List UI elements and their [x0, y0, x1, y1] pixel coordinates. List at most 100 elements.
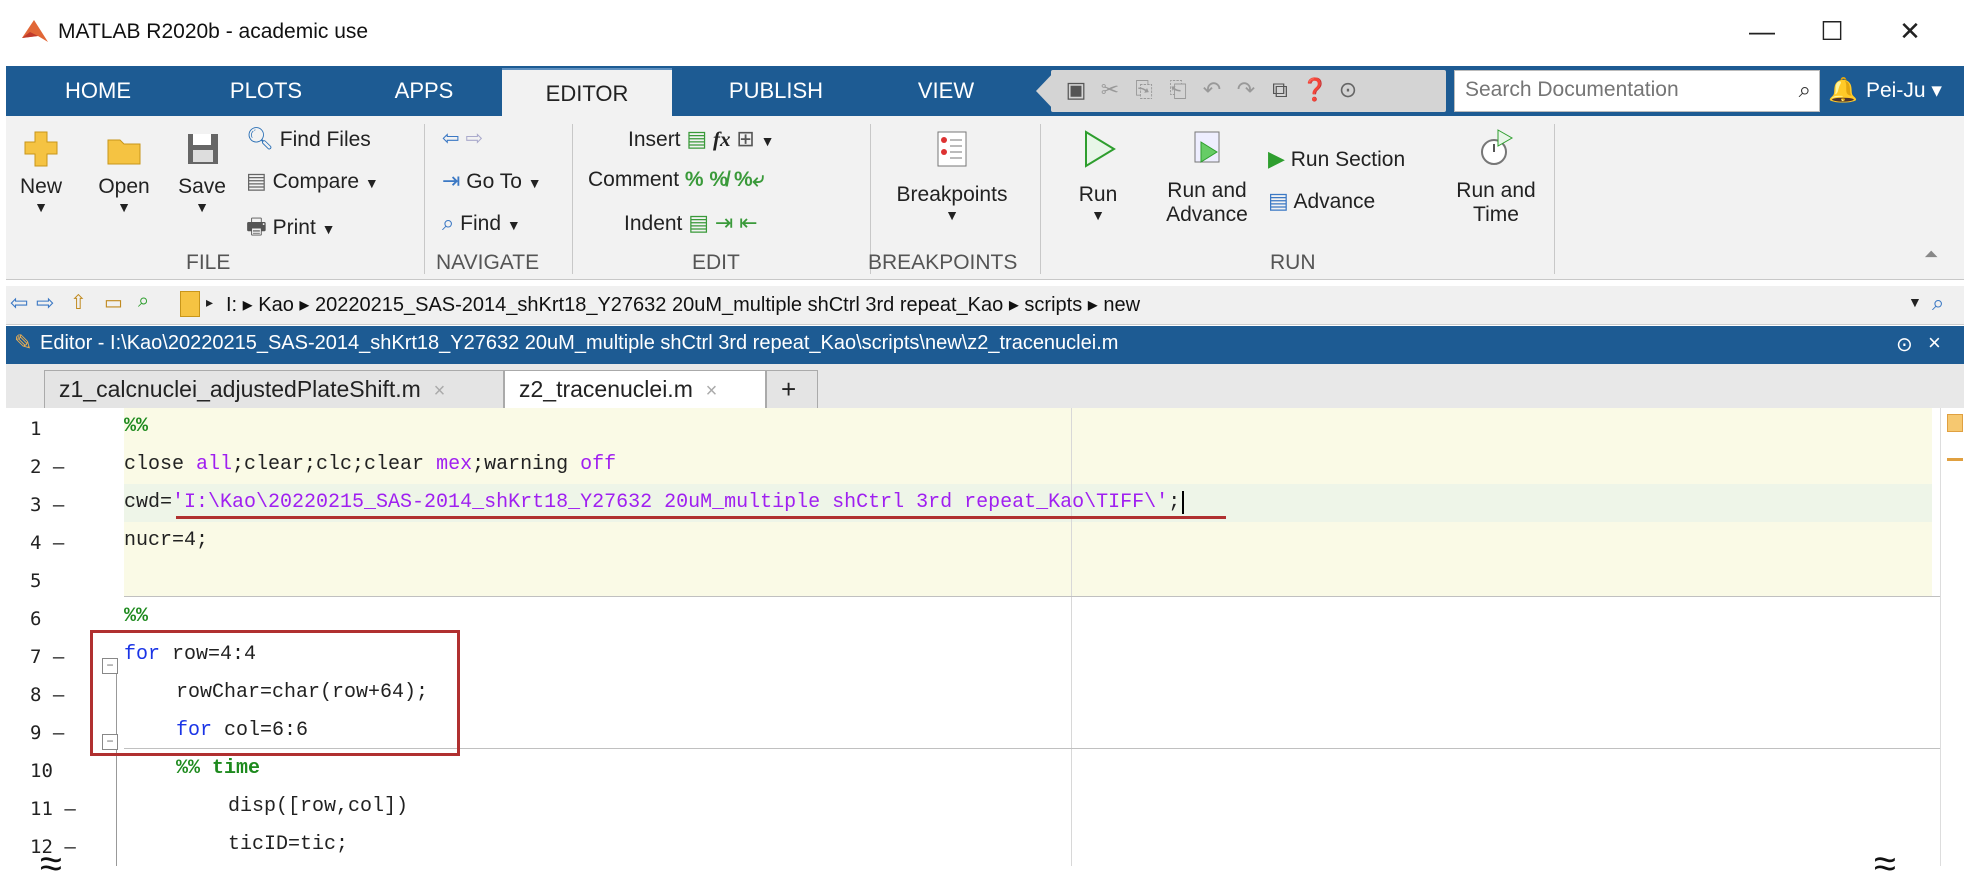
chevron-down-icon: ▼	[117, 199, 131, 215]
compare-button[interactable]: ▤ Compare ▼	[246, 168, 379, 194]
code-line-1: %%	[124, 415, 149, 438]
text-cursor: ​	[1182, 491, 1185, 514]
find-files-button[interactable]: 🔍︎ Find Files	[246, 126, 371, 152]
search-input[interactable]	[1455, 71, 1775, 109]
save-button[interactable]: Save ▼	[172, 128, 232, 215]
tab-apps[interactable]: APPS	[354, 66, 494, 116]
find-files-icon: 🔍︎	[246, 126, 274, 151]
right-text-limit-line	[1071, 408, 1072, 866]
run-and-advance-button[interactable]: Run and Advance	[1152, 128, 1262, 227]
break-mark-icon: ≈	[1874, 842, 1896, 886]
find-button[interactable]: ⌕ Find ▼	[442, 210, 521, 236]
run-and-advance-icon	[1194, 131, 1220, 163]
go-to-icon: ⇥	[442, 168, 461, 193]
line-number: 10	[30, 760, 53, 782]
line-number: 5	[30, 570, 42, 592]
editor-actions-icon[interactable]: ⊙	[1896, 332, 1913, 357]
magnifier-icon: ⌕	[442, 210, 455, 235]
file-tab-z1[interactable]: z1_calcnuclei_adjustedPlateShift.m ×	[44, 370, 504, 408]
back-forward-icon[interactable]: ⇦ ⇨	[442, 126, 483, 151]
group-label-navigate: NAVIGATE	[436, 251, 540, 274]
breakpoints-icon	[937, 131, 967, 167]
forward-arrow-icon[interactable]: ⇨	[36, 290, 54, 316]
window-title: MATLAB R2020b - academic use	[58, 20, 369, 43]
close-editor-icon[interactable]: ×	[1928, 330, 1941, 356]
vertical-scrollbar[interactable]	[1940, 408, 1964, 866]
break-mark-icon: ≈	[40, 842, 62, 886]
chevron-down-icon: ▼	[506, 217, 521, 233]
tab-publish[interactable]: PUBLISH	[696, 66, 856, 116]
uncomment-icon: %̸	[709, 168, 729, 191]
cut-icon[interactable]: ✂	[1097, 76, 1123, 104]
indent-button[interactable]: Indent ▤ ⇥ ⇤	[624, 210, 758, 236]
run-button[interactable]: Run ▼	[1058, 128, 1138, 223]
code-analyzer-indicator-icon[interactable]	[1947, 414, 1963, 432]
insert-button[interactable]: Insert ▤ fx ⊞ ▼	[628, 126, 775, 152]
red-box-annotation	[90, 630, 460, 756]
breakpoints-button[interactable]: Breakpoints ▼	[884, 128, 1020, 223]
group-separator	[424, 124, 425, 274]
tab-plots[interactable]: PLOTS	[196, 66, 336, 116]
line-number: 3 –	[30, 494, 65, 516]
wrap-comment-icon: %⤶	[733, 168, 765, 191]
collapse-ribbon-icon[interactable]: ⏶	[1924, 244, 1938, 265]
group-label-breakpoints: BREAKPOINTS	[868, 251, 1018, 274]
copy-icon[interactable]: ⎘	[1131, 76, 1157, 104]
tab-editor[interactable]: EDITOR	[502, 68, 672, 118]
group-separator	[1040, 124, 1041, 274]
run-section-button[interactable]: ▶︎ Run Section	[1268, 146, 1405, 172]
close-window-button[interactable]: ✕	[1890, 14, 1930, 48]
search-icon[interactable]: ⌕	[1932, 290, 1944, 316]
editor-pencil-icon: ✎	[14, 330, 33, 355]
chevron-down-icon: ▼	[1091, 207, 1105, 223]
close-tab-icon[interactable]: ×	[434, 380, 446, 402]
comment-button[interactable]: Comment % %̸ %⤶	[588, 168, 764, 192]
advance-button[interactable]: ▤ Advance	[1268, 188, 1375, 214]
group-label-file: FILE	[186, 251, 231, 274]
user-menu[interactable]: Pei-Ju ▾	[1866, 78, 1942, 103]
line-number: 1	[30, 418, 42, 440]
options-icon[interactable]: ⊙	[1335, 76, 1361, 104]
new-button[interactable]: New ▼	[16, 128, 66, 215]
paste-icon[interactable]: ⎗	[1165, 76, 1191, 104]
back-arrow-icon[interactable]: ⇦	[10, 290, 28, 316]
maximize-button[interactable]: ☐	[1812, 14, 1852, 48]
path-dropdown-icon[interactable]: ▼	[1908, 294, 1922, 310]
code-editor[interactable]: 1 2 – 3 – 4 – 5 6 7 – 8 – 9 – 10 11 – 12…	[6, 408, 1964, 866]
current-folder-path[interactable]: I: ▸ Kao ▸ 20220215_SAS-2014_shKrt18_Y27…	[226, 292, 1140, 317]
ribbon-tab-bar: HOME PLOTS APPS EDITOR PUBLISH VIEW ▣ ✂ …	[6, 66, 1964, 118]
editor-file-tabs: z1_calcnuclei_adjustedPlateShift.m × z2_…	[6, 364, 1964, 409]
help-icon[interactable]: ❓	[1301, 76, 1328, 104]
print-button[interactable]: 🖶 Print ▼	[246, 210, 336, 248]
chevron-down-icon: ▼	[321, 221, 336, 237]
line-number: 11 –	[30, 798, 76, 820]
line-number: 2 –	[30, 456, 65, 478]
go-to-button[interactable]: ⇥ Go To ▼	[442, 168, 542, 194]
search-folder-icon[interactable]: ⌕	[138, 290, 149, 313]
search-icon[interactable]: ⌕	[1799, 77, 1811, 103]
open-button[interactable]: Open ▼	[94, 128, 154, 215]
red-underline-annotation	[176, 516, 1226, 519]
save-icon[interactable]: ▣	[1063, 76, 1089, 104]
close-tab-icon[interactable]: ×	[706, 380, 718, 402]
browse-folder-icon[interactable]: ▭	[104, 290, 123, 315]
tab-view[interactable]: VIEW	[876, 66, 1016, 116]
run-and-time-button[interactable]: Run and Time	[1444, 128, 1548, 227]
warning-marker[interactable]	[1947, 458, 1963, 461]
add-tab-button[interactable]: +	[766, 370, 818, 408]
tab-home[interactable]: HOME	[28, 66, 168, 116]
undo-icon[interactable]: ↶	[1199, 76, 1225, 104]
minimize-button[interactable]: —	[1742, 14, 1782, 48]
code-line-2: close all;clear;clc;clear mex;warning of…	[124, 453, 617, 476]
code-line-12: ticID=tic;	[228, 833, 349, 856]
redo-icon[interactable]: ↷	[1233, 76, 1259, 104]
advance-icon: ▤	[1268, 188, 1289, 213]
notification-bell-icon[interactable]: 🔔	[1828, 76, 1858, 105]
chevron-down-icon: ▼	[364, 175, 379, 191]
line-number: 6	[30, 608, 42, 630]
switch-windows-icon[interactable]: ⧉	[1267, 76, 1293, 104]
up-folder-icon[interactable]: ⇧	[70, 290, 87, 315]
file-tab-z2[interactable]: z2_tracenuclei.m ×	[504, 370, 766, 409]
search-box[interactable]: ⌕	[1454, 70, 1820, 112]
matlab-logo-icon	[22, 20, 48, 42]
